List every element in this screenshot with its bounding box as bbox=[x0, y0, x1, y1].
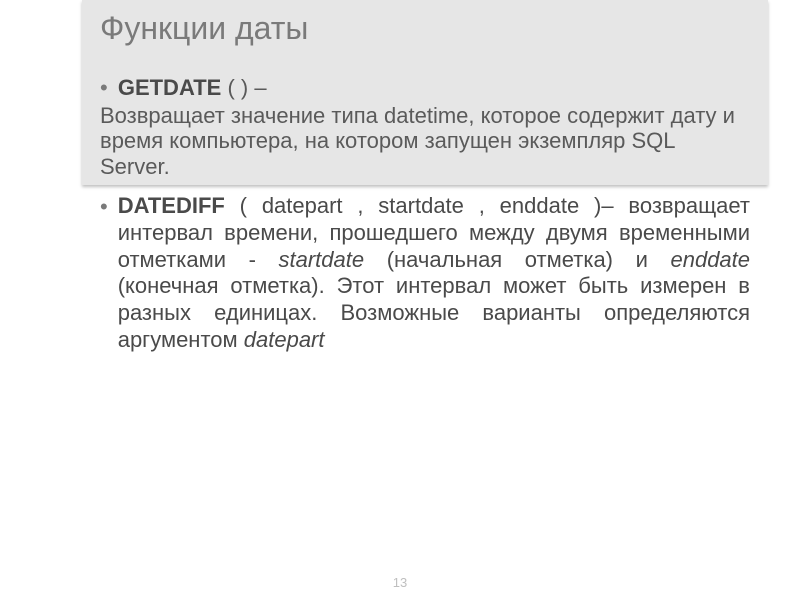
getdate-heading: • GETDATE ( ) ‒ bbox=[100, 75, 750, 101]
datediff-startdate: startdate bbox=[279, 247, 365, 272]
getdate-signature: ( ) ‒ bbox=[227, 75, 266, 100]
header-box: Функции даты • GETDATE ( ) ‒ Возвращает … bbox=[82, 0, 768, 185]
content-area: • DATEDIFF ( datepart , startdate , endd… bbox=[82, 185, 768, 354]
datediff-mid1: (начальная отметка) и bbox=[364, 247, 670, 272]
datediff-datepart: datepart bbox=[244, 327, 325, 352]
page-number: 13 bbox=[0, 575, 800, 590]
datediff-item: • DATEDIFF ( datepart , startdate , endd… bbox=[100, 193, 750, 354]
bullet-icon: • bbox=[100, 75, 108, 100]
datediff-text: DATEDIFF ( datepart , startdate , enddat… bbox=[118, 193, 750, 354]
datediff-enddate: enddate bbox=[670, 247, 750, 272]
slide: Функции даты • GETDATE ( ) ‒ Возвращает … bbox=[0, 0, 800, 600]
datediff-mid2: (конечная отметка). Этот интервал может … bbox=[118, 273, 750, 352]
getdate-name: GETDATE bbox=[118, 75, 221, 100]
slide-title: Функции даты bbox=[100, 10, 750, 47]
bullet-icon: • bbox=[100, 193, 108, 221]
getdate-description: Возвращает значение типа datetime, котор… bbox=[100, 103, 750, 179]
datediff-name: DATEDIFF bbox=[118, 193, 225, 218]
